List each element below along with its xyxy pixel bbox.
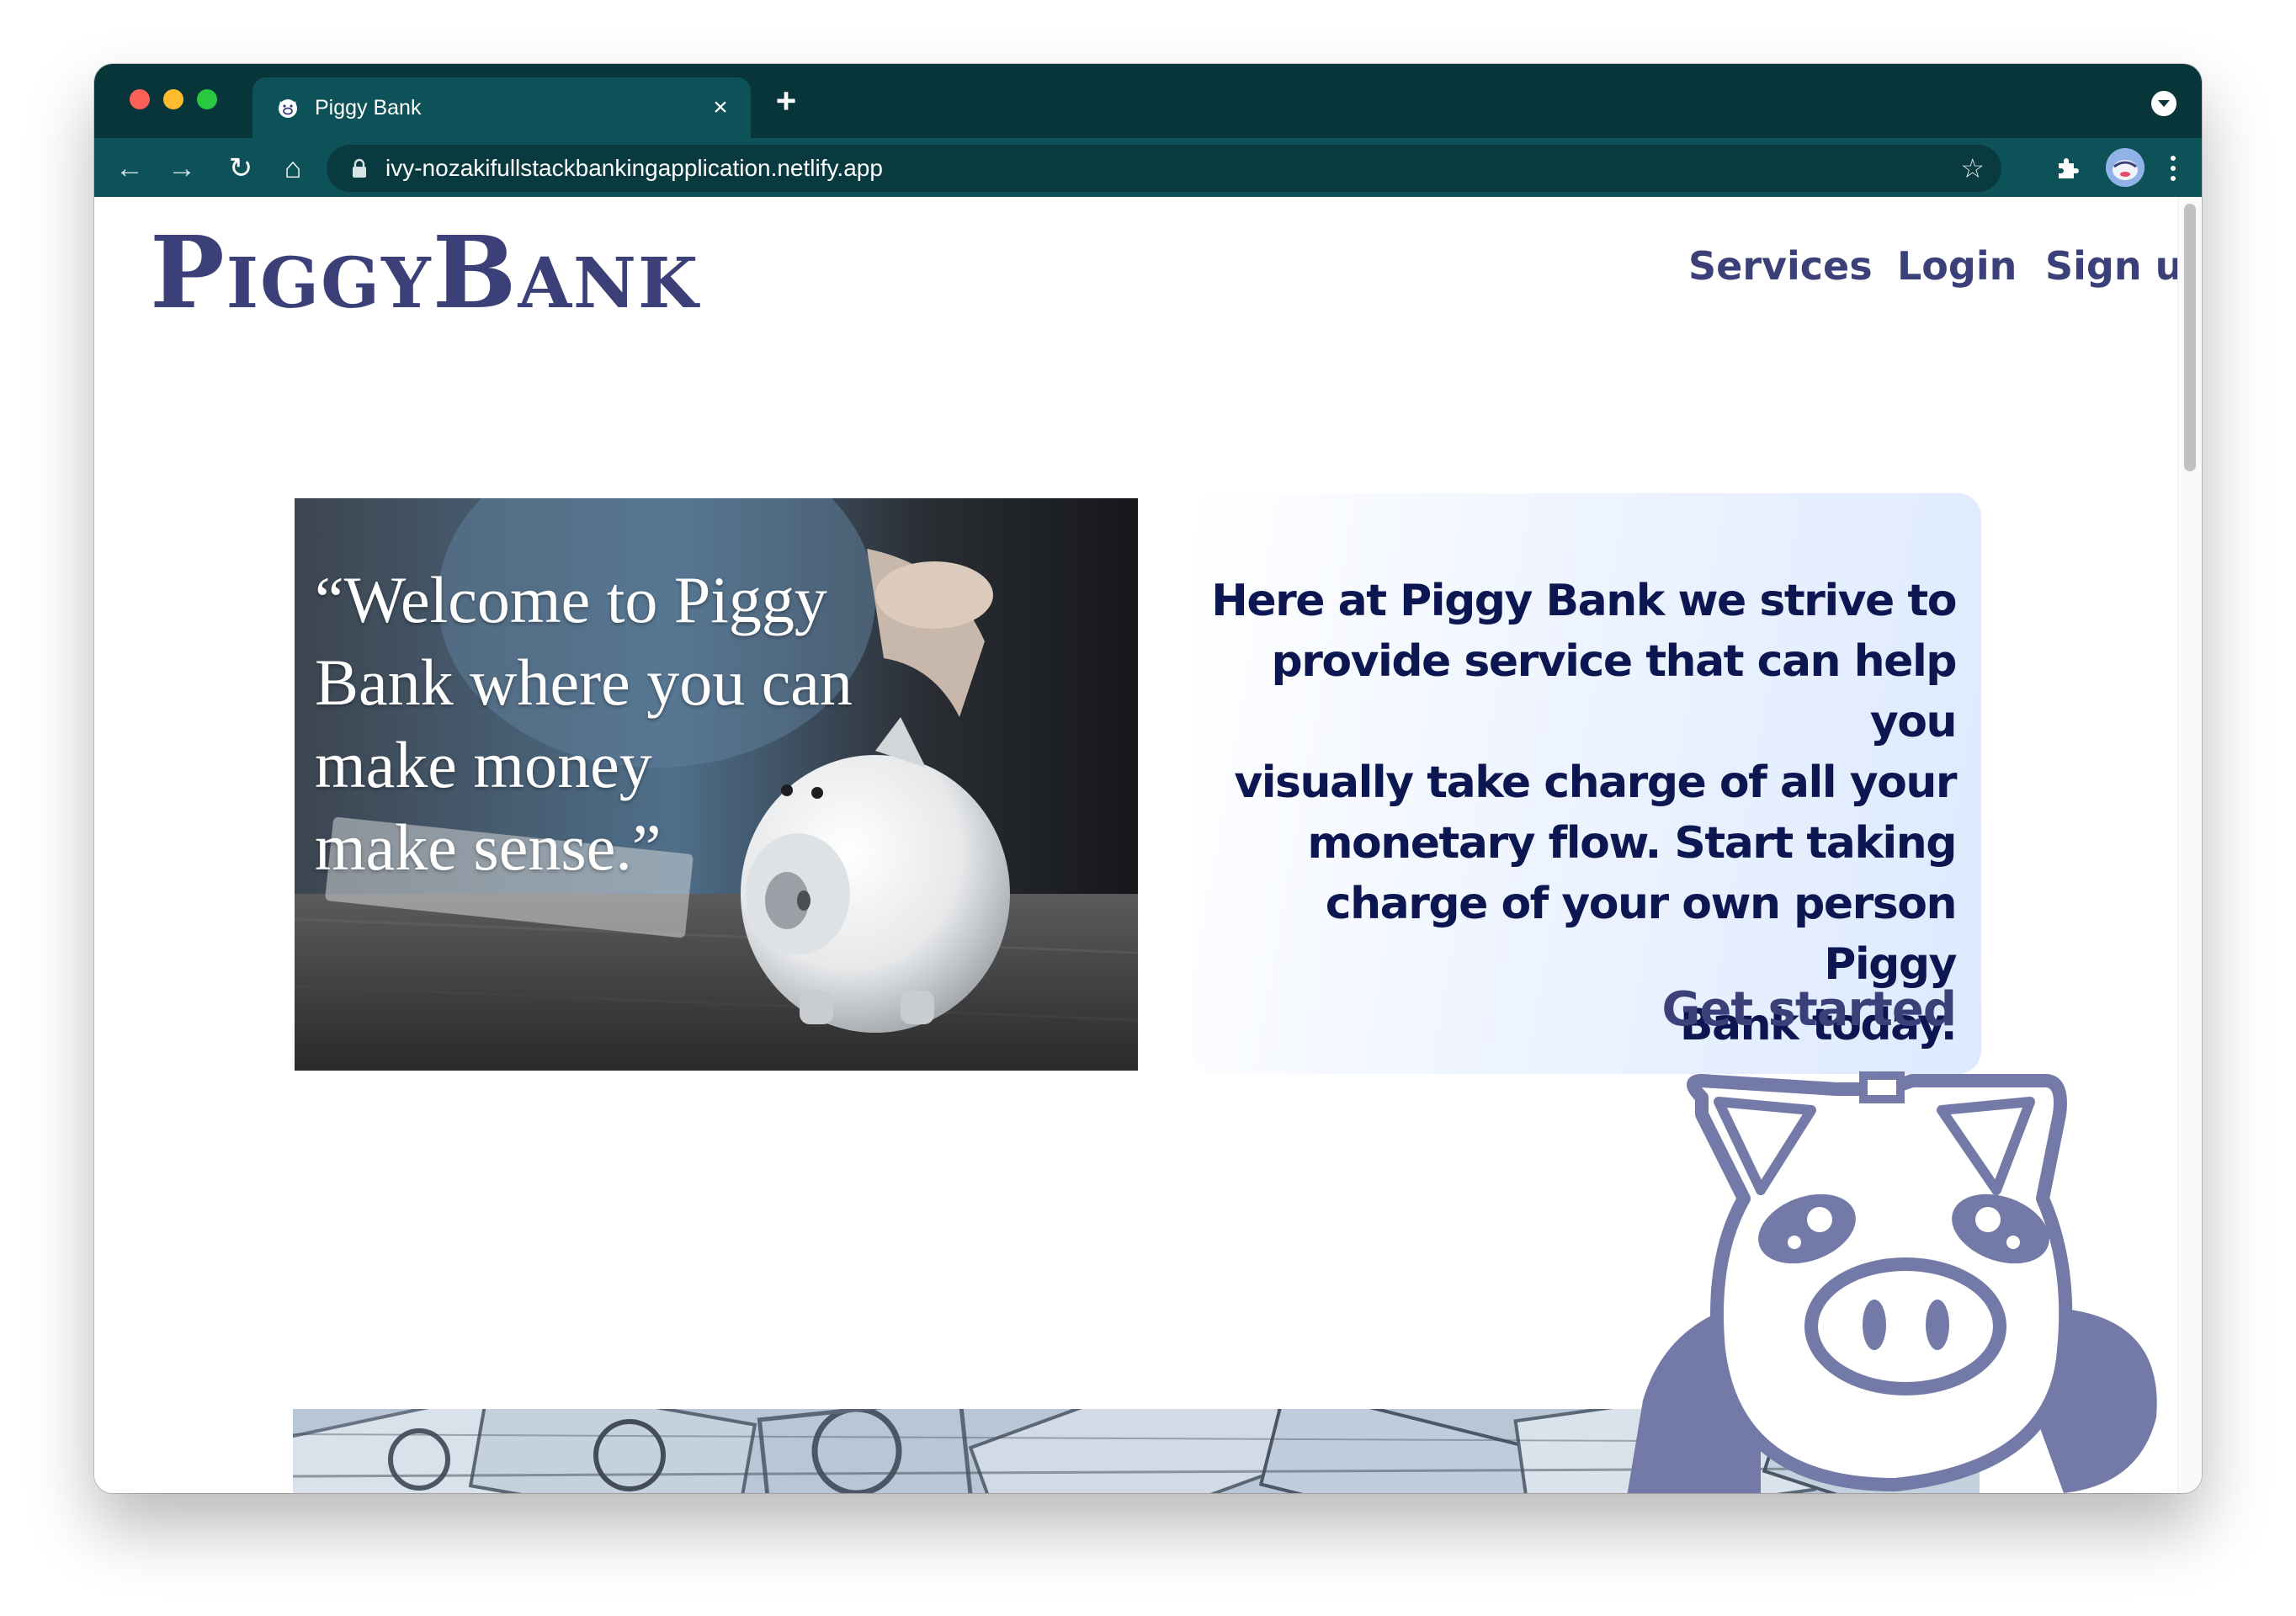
logo-letters-iggy: IGGY [226, 243, 433, 324]
address-bar[interactable]: ivy-nozakifullstackbankingapplication.ne… [327, 145, 2001, 192]
nav-login-link[interactable]: Login [1897, 242, 2017, 290]
url-text: ivy-nozakifullstackbankingapplication.ne… [385, 155, 883, 181]
page-viewport: PIGGYBANK Services Login Sign up “Welcom… [94, 197, 2202, 1493]
tab-search-button[interactable] [2151, 91, 2176, 116]
info-line-2: provide service that can help you [1271, 636, 1958, 747]
lock-icon [353, 158, 366, 178]
chevron-down-icon [2158, 100, 2170, 107]
logo-letters-ank: ANK [518, 243, 700, 324]
info-line-3: visually take charge of all your [1234, 758, 1957, 808]
scrollbar-thumb[interactable] [2184, 204, 2196, 471]
minimize-window-button[interactable] [163, 89, 183, 109]
hero-quote-line-4: make sense.” [315, 811, 662, 884]
extensions-puzzle-icon[interactable] [2054, 155, 2081, 182]
nav-services-link[interactable]: Services [1688, 242, 1873, 290]
reload-icon[interactable]: ↻ [222, 150, 259, 187]
hero-quote: “Welcome to Piggy Bank where you can mak… [315, 559, 904, 889]
logo-letter-b: B [432, 214, 518, 331]
new-tab-button[interactable]: + [768, 82, 805, 120]
info-line-5: charge of your own person Piggy [1325, 879, 1958, 990]
active-tab[interactable]: Piggy Bank × [252, 77, 751, 138]
hero-image: “Welcome to Piggy Bank where you can mak… [295, 498, 1138, 1071]
hero-quote-line-1: “Welcome to Piggy [315, 563, 827, 636]
close-tab-icon[interactable]: × [705, 93, 736, 123]
info-line-4: monetary flow. Start taking [1307, 818, 1957, 869]
hero-quote-line-3: make money [315, 728, 652, 801]
info-line-1: Here at Piggy Bank we strive to [1211, 576, 1957, 626]
piggybank-logo[interactable]: PIGGYBANK [150, 214, 699, 331]
info-card: Here at Piggy Bank we strive to provide … [1192, 493, 1981, 1074]
pig-favicon-icon [279, 99, 297, 118]
forward-arrow-icon[interactable]: → [163, 150, 200, 187]
browser-toolbar: ← → ↻ ⌂ ivy-nozakifullstackbankingapplic… [94, 138, 2202, 197]
bookmark-star-icon[interactable]: ☆ [1960, 153, 1985, 183]
home-icon[interactable]: ⌂ [274, 150, 311, 187]
maximize-window-button[interactable] [197, 89, 217, 109]
logo-letter-p: P [150, 214, 226, 331]
desktop-background: Piggy Bank × + ← → ↻ ⌂ ivy-nozakifullsta… [0, 0, 2296, 1616]
kebab-menu-icon[interactable] [2163, 150, 2183, 187]
browser-window: Piggy Bank × + ← → ↻ ⌂ ivy-nozakifullsta… [94, 64, 2202, 1493]
close-window-button[interactable] [130, 89, 150, 109]
get-started-link[interactable]: Get started [1661, 981, 1957, 1039]
back-arrow-icon[interactable]: ← [111, 150, 148, 187]
tab-strip: Piggy Bank × + [94, 64, 2202, 138]
avatar-face-icon [2106, 148, 2145, 187]
tab-title: Piggy Bank [315, 96, 422, 120]
pig-mascot-illustration [1627, 1071, 2157, 1493]
page-scrollbar[interactable] [2177, 197, 2202, 1493]
profile-avatar[interactable] [2106, 148, 2145, 187]
hero-quote-line-2: Bank where you can [315, 646, 853, 719]
